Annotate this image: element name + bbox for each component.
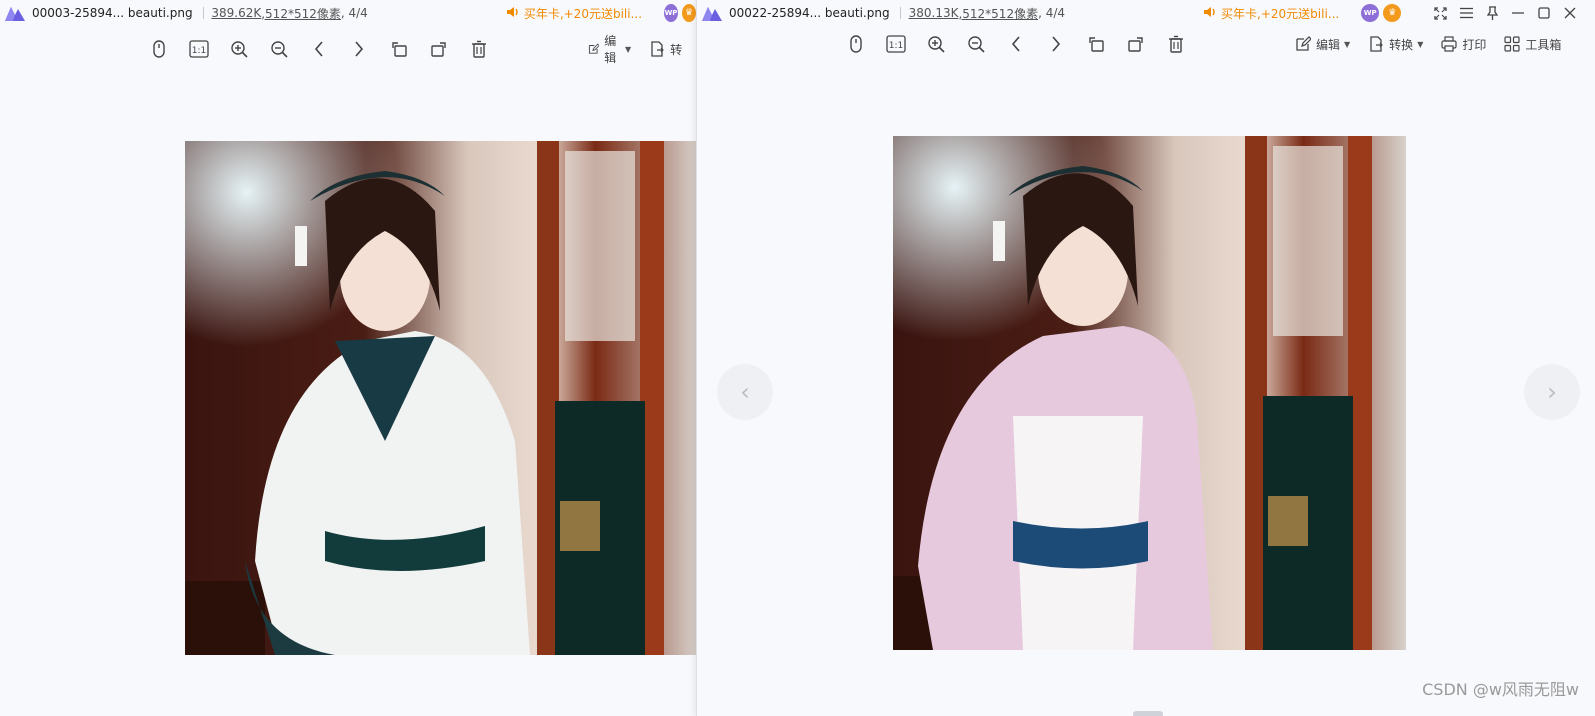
file-size[interactable]: 380.13K (909, 6, 959, 20)
next-image-button[interactable]: › (1524, 364, 1580, 420)
right-toolbar-actions: 编辑 ▼ 转换 ▼ 打印 工具箱 (1295, 29, 1579, 59)
right-image-viewer: 00022-25894... beauti.png 380.13K ,512*5… (696, 0, 1595, 716)
chevron-left-icon: ‹ (740, 378, 750, 406)
image-dimensions[interactable]: ,512*512像素 (261, 5, 341, 22)
next-icon[interactable] (339, 35, 379, 63)
mouse-icon[interactable] (836, 30, 876, 58)
prev-icon[interactable] (299, 35, 339, 63)
zoom-out-icon[interactable] (956, 30, 996, 58)
watermark: CSDN @w风雨无阻w (1422, 680, 1579, 699)
edit-button[interactable]: 编辑 ▼ (1295, 30, 1350, 58)
convert-button[interactable]: 转 (649, 35, 682, 63)
delete-icon[interactable] (459, 35, 499, 63)
image-preview (893, 136, 1406, 650)
promo-text: 买年卡,+20元送bili... (1221, 6, 1340, 21)
print-button[interactable]: 打印 (1441, 30, 1486, 58)
zoom-in-icon[interactable] (916, 30, 956, 58)
left-image-viewer: 00003-25894... beauti.png 389.62K ,512*5… (0, 0, 696, 716)
promo-link[interactable]: 买年卡,+20元送bili... (506, 5, 642, 22)
left-toolbar: 1:1 (139, 34, 499, 64)
page-counter: , 4/4 (1038, 6, 1066, 20)
right-toolbar: 1:1 (836, 29, 1196, 59)
app-logo-icon (701, 4, 723, 22)
maximize-icon[interactable] (1531, 3, 1557, 23)
prev-icon[interactable] (996, 30, 1036, 58)
speaker-icon (1203, 5, 1217, 22)
rotate-right-icon[interactable] (1116, 30, 1156, 58)
wp-badge-icon[interactable]: WP (664, 4, 679, 22)
chevron-right-icon: › (1547, 378, 1557, 406)
rotate-left-icon[interactable] (379, 35, 419, 63)
convert-button[interactable]: 转换 ▼ (1368, 30, 1423, 58)
edit-icon (588, 43, 600, 54)
mouse-icon[interactable] (139, 35, 179, 63)
next-icon[interactable] (1036, 30, 1076, 58)
drag-handle[interactable] (1133, 711, 1163, 716)
page-counter: , 4/4 (340, 6, 368, 20)
toolbox-button[interactable]: 工具箱 (1504, 30, 1561, 58)
delete-icon[interactable] (1156, 30, 1196, 58)
actual-size-icon[interactable]: 1:1 (876, 30, 916, 58)
fullscreen-icon[interactable] (1427, 3, 1453, 23)
pin-icon[interactable] (1479, 3, 1505, 23)
svg-text:1:1: 1:1 (889, 41, 903, 51)
zoom-out-icon[interactable] (259, 35, 299, 63)
image-dimensions[interactable]: ,512*512像素 (958, 5, 1038, 22)
minimize-icon[interactable] (1505, 3, 1531, 23)
file-size[interactable]: 389.62K (211, 6, 261, 20)
rotate-left-icon[interactable] (1076, 30, 1116, 58)
left-titlebar: 00003-25894... beauti.png 389.62K ,512*5… (0, 0, 696, 26)
prev-image-button[interactable]: ‹ (717, 364, 773, 420)
rotate-right-icon[interactable] (419, 35, 459, 63)
actual-size-icon[interactable]: 1:1 (179, 35, 219, 63)
window-controls (1427, 3, 1583, 23)
speaker-icon (506, 5, 520, 22)
print-icon (1441, 36, 1457, 52)
right-titlebar: 00022-25894... beauti.png 380.13K ,512*5… (697, 0, 1595, 26)
wp-badge-icon[interactable]: WP (1361, 4, 1380, 22)
edit-icon (1296, 36, 1311, 51)
image-preview (185, 141, 696, 655)
left-toolbar-actions: 编辑 ▼ 转 (588, 34, 696, 65)
app-logo-icon (4, 4, 26, 22)
divider (202, 7, 204, 19)
filename: 00003-25894... beauti.png (32, 6, 193, 20)
crown-badge-icon[interactable]: ♛ (1383, 4, 1402, 22)
zoom-in-icon[interactable] (219, 35, 259, 63)
toolbox-icon (1504, 36, 1520, 52)
edit-button[interactable]: 编辑 ▼ (588, 34, 631, 65)
menu-icon[interactable] (1453, 3, 1479, 23)
promo-text: 买年卡,+20元送bili... (523, 6, 643, 21)
crown-badge-icon[interactable]: ♛ (682, 4, 696, 22)
convert-icon (1370, 36, 1384, 52)
filename: 00022-25894... beauti.png (729, 6, 890, 20)
divider (899, 7, 901, 19)
close-icon[interactable] (1557, 3, 1583, 23)
convert-icon (651, 41, 665, 57)
promo-link[interactable]: 买年卡,+20元送bili... (1203, 5, 1339, 22)
svg-text:1:1: 1:1 (192, 46, 206, 56)
